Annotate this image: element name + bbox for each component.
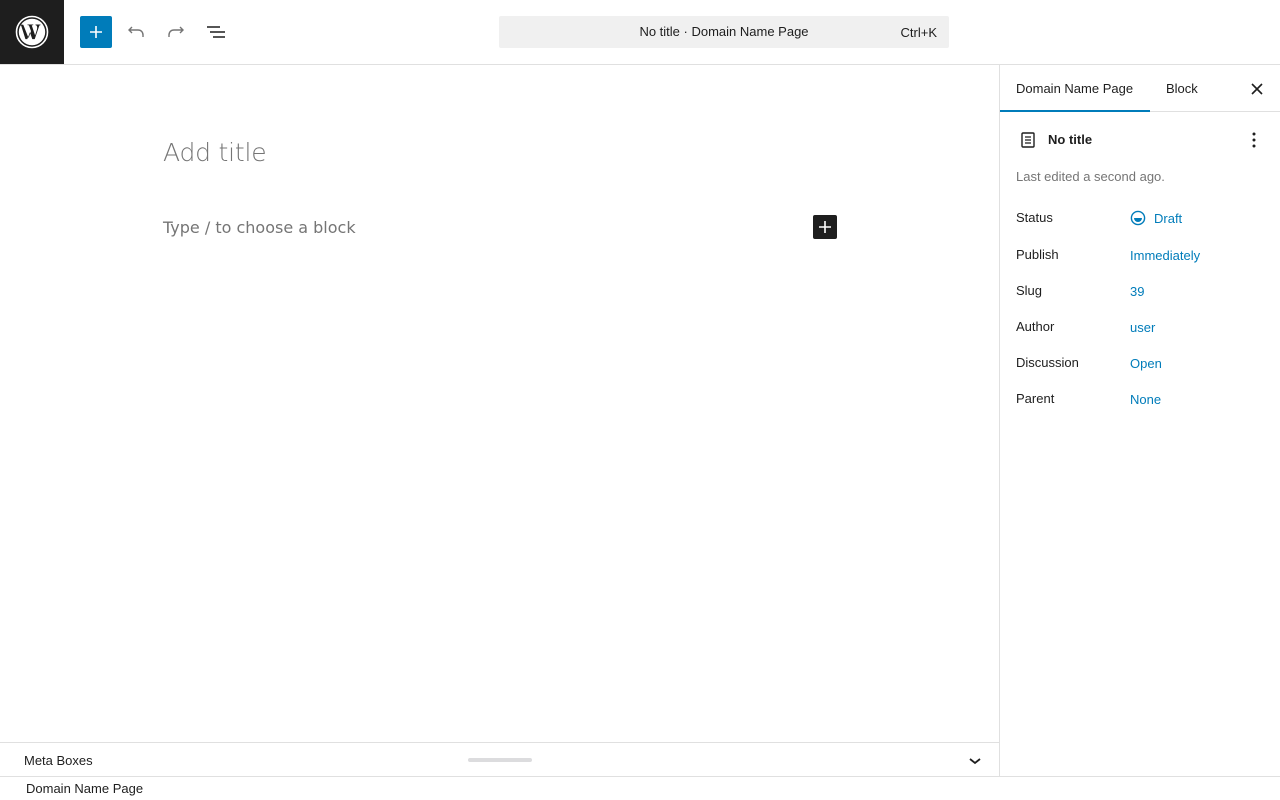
- settings-sidebar: Domain Name Page Block No title Last edi…: [999, 65, 1280, 776]
- meta-boxes-label: Meta Boxes: [24, 753, 93, 768]
- chevron-down-icon: [969, 758, 981, 765]
- document-title-label: No title · Domain Name Page: [639, 24, 809, 39]
- wordpress-logo-icon: [15, 15, 49, 49]
- close-icon: [1251, 83, 1263, 95]
- default-block-appender[interactable]: Type / to choose a block: [163, 218, 356, 237]
- editor-header: No title · Domain Name Page Ctrl+K: [0, 0, 1280, 65]
- draft-status-icon: [1130, 210, 1146, 225]
- author-button[interactable]: user: [1130, 320, 1155, 335]
- more-vertical-icon: [1252, 132, 1256, 148]
- command-shortcut-label: Ctrl+K: [900, 25, 937, 40]
- slug-label: Slug: [1016, 283, 1043, 298]
- editor-canvas: Add title Type / to choose a block: [0, 65, 999, 742]
- breadcrumb-document[interactable]: Domain Name Page: [26, 781, 143, 796]
- discussion-button[interactable]: Open: [1130, 356, 1162, 371]
- publish-date-button[interactable]: Immediately: [1130, 248, 1200, 263]
- wordpress-logo-button[interactable]: [0, 0, 64, 64]
- last-edited-text: Last edited a second ago.: [1016, 169, 1165, 184]
- slug-button[interactable]: 39: [1130, 284, 1144, 299]
- slug-row: Slug 39: [1016, 279, 1266, 303]
- document-title: No title: [1048, 132, 1093, 147]
- publish-row: Publish Immediately: [1016, 243, 1266, 267]
- undo-icon: [128, 26, 144, 37]
- author-row: Author user: [1016, 315, 1266, 339]
- document-overview-button[interactable]: [200, 16, 232, 48]
- page-icon: [1016, 128, 1040, 152]
- status-row: Status Draft: [1016, 206, 1266, 230]
- discussion-label: Discussion: [1016, 355, 1079, 370]
- undo-button[interactable]: [120, 16, 152, 48]
- author-label: Author: [1016, 319, 1055, 334]
- parent-button[interactable]: None: [1130, 392, 1161, 407]
- plus-icon: [90, 26, 102, 38]
- meta-boxes-panel: Meta Boxes: [0, 742, 999, 776]
- tab-document[interactable]: Domain Name Page: [1000, 65, 1150, 112]
- plus-icon: [819, 221, 831, 233]
- meta-boxes-toggle-button[interactable]: [963, 749, 987, 773]
- block-inserter-toggle-button[interactable]: [80, 16, 112, 48]
- status-value: Draft: [1154, 211, 1183, 226]
- close-settings-button[interactable]: [1245, 77, 1269, 101]
- redo-button[interactable]: [160, 16, 192, 48]
- command-palette-button[interactable]: No title · Domain Name Page Ctrl+K: [499, 16, 949, 48]
- list-view-icon: [207, 26, 225, 38]
- post-title-input[interactable]: Add title: [163, 138, 267, 167]
- discussion-row: Discussion Open: [1016, 351, 1266, 375]
- meta-boxes-resize-handle[interactable]: [468, 758, 532, 762]
- sidebar-tabs: Domain Name Page Block: [1000, 65, 1280, 112]
- status-button[interactable]: Draft: [1130, 210, 1183, 226]
- document-card: No title: [1016, 128, 1266, 152]
- status-label: Status: [1016, 210, 1053, 225]
- add-block-button[interactable]: [813, 215, 837, 239]
- redo-icon: [168, 26, 184, 37]
- parent-row: Parent None: [1016, 387, 1266, 411]
- tab-block[interactable]: Block: [1150, 65, 1214, 112]
- document-actions-button[interactable]: [1242, 128, 1266, 152]
- block-breadcrumb-bar: Domain Name Page: [0, 776, 1280, 800]
- publish-label: Publish: [1016, 247, 1059, 262]
- parent-label: Parent: [1016, 391, 1055, 406]
